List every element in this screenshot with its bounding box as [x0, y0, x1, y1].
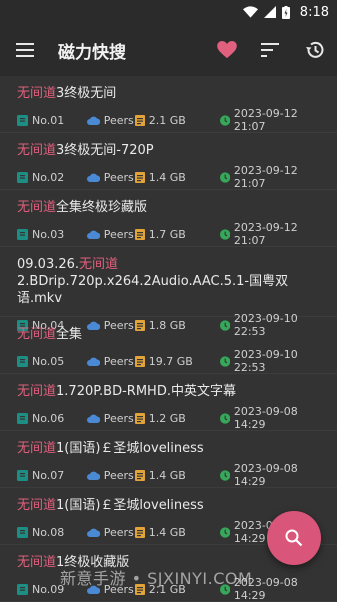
document-icon — [17, 583, 28, 595]
clock-icon — [219, 412, 230, 424]
cloud-icon — [86, 471, 100, 480]
clock-icon — [219, 319, 230, 331]
file-size-icon — [134, 355, 145, 367]
wifi-icon — [242, 6, 258, 18]
item-title: 无间道1(国语)￡圣城loveliness — [17, 441, 204, 456]
item-title: 无间道3终极无间-720P — [17, 143, 154, 158]
status-bar: 8:18 — [0, 0, 337, 24]
item-title: 无间道3终极无间 — [17, 86, 117, 101]
document-icon — [17, 412, 28, 424]
search-icon — [285, 529, 303, 547]
favorites-button[interactable] — [205, 41, 249, 59]
app-bar: 磁力快搜 — [0, 24, 337, 76]
list-item[interactable]: 无间道1.720P.BD-RMHD.中英文字幕 No.06 Peers 1.2 … — [0, 374, 337, 431]
list-item[interactable]: 09.03.26.无间道2.BDrip.720p.x264.2Audio.AAC… — [0, 247, 337, 338]
sort-icon — [261, 43, 279, 57]
file-size-icon — [134, 114, 145, 126]
clock-icon — [219, 355, 230, 367]
history-icon — [306, 41, 324, 58]
signal-icon — [263, 6, 276, 18]
heart-icon — [217, 41, 237, 59]
cloud-icon — [86, 230, 100, 239]
file-size-icon — [134, 469, 145, 481]
clock-icon — [219, 228, 230, 240]
document-icon — [17, 469, 28, 481]
history-button[interactable] — [293, 40, 337, 60]
cloud-icon — [86, 173, 100, 182]
document-icon — [17, 228, 28, 240]
cloud-icon — [86, 116, 100, 125]
menu-icon[interactable] — [16, 43, 36, 57]
item-title: 无间道1(国语)￡圣城loveliness — [17, 498, 204, 513]
list-item[interactable]: 无间道3终极无间-720P No.02 Peers 1.4 GB 2023-09… — [0, 133, 337, 190]
app-title: 磁力快搜 — [58, 42, 126, 63]
cloud-icon — [86, 414, 100, 423]
list-item[interactable]: 无间道3终极无间 No.01 Peers 2.1 GB 2023-09-12 2… — [0, 76, 337, 133]
file-size-icon — [134, 412, 145, 424]
cloud-icon — [86, 321, 100, 330]
list-item[interactable]: 无间道1(国语)￡圣城loveliness No.07 Peers 1.4 GB… — [0, 431, 337, 488]
cloud-icon — [86, 357, 100, 366]
clock-icon — [219, 469, 230, 481]
clock: 8:18 — [299, 4, 329, 20]
sort-button[interactable] — [249, 43, 293, 57]
clock-icon — [219, 114, 230, 126]
document-icon — [17, 526, 28, 538]
clock-icon — [219, 171, 230, 183]
file-size-icon — [134, 228, 145, 240]
cloud-icon — [86, 528, 100, 537]
item-title: 无间道全集终极珍藏版 — [17, 200, 148, 215]
document-icon — [17, 171, 28, 183]
list-item[interactable]: 无间道全集终极珍藏版 No.03 Peers 1.7 GB 2023-09-12… — [0, 190, 337, 247]
item-title: 无间道1.720P.BD-RMHD.中英文字幕 — [17, 384, 236, 399]
search-button[interactable] — [267, 511, 321, 565]
clock-icon — [219, 526, 230, 538]
battery-icon — [281, 5, 290, 19]
file-size-icon — [134, 319, 145, 331]
watermark: 新意手游 • SJXINYI.COM — [60, 569, 253, 588]
document-icon — [17, 355, 28, 367]
file-size-icon — [134, 171, 145, 183]
file-size-icon — [134, 526, 145, 538]
item-title: 09.03.26.无间道2.BDrip.720p.x264.2Audio.AAC… — [17, 257, 289, 306]
document-icon — [17, 114, 28, 126]
